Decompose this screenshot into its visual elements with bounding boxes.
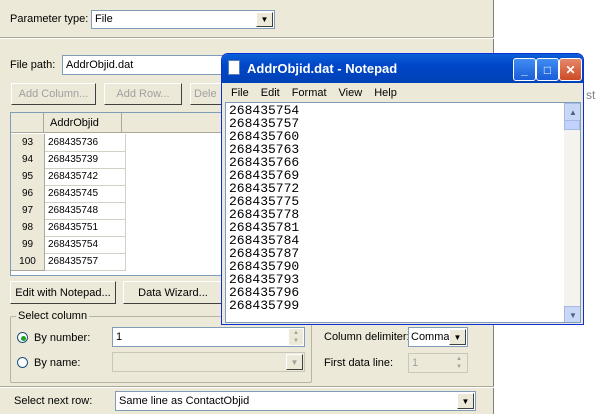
row-number[interactable]: 93 xyxy=(11,134,45,152)
menu-item-file[interactable]: File xyxy=(225,87,255,99)
row-number[interactable]: 97 xyxy=(11,202,45,220)
column-delimiter-label: Column delimiter: xyxy=(324,331,410,343)
row-number[interactable]: 99 xyxy=(11,236,45,254)
column-delimiter-value: Comma xyxy=(411,331,450,343)
row-number[interactable]: 96 xyxy=(11,185,45,203)
notepad-menu-bar: File Edit Format View Help xyxy=(222,83,583,102)
text-line: 268435799 xyxy=(229,298,300,313)
file-path-label: File path: xyxy=(10,59,56,71)
select-next-row-combo[interactable]: Same line as ContactObjid ▼ xyxy=(115,391,476,411)
first-data-line-label: First data line: xyxy=(324,357,394,369)
parameter-type-label: Parameter type: xyxy=(10,13,89,25)
chevron-down-icon[interactable]: ▼ xyxy=(286,354,303,370)
column-delimiter-combo[interactable]: Comma ▼ xyxy=(408,327,468,347)
spinner-arrows-icon[interactable]: ▲ ▼ xyxy=(289,329,303,345)
row-number[interactable]: 100 xyxy=(11,253,45,271)
select-next-row-value: Same line as ContactObjid xyxy=(119,395,250,407)
background-text-fragment: st xyxy=(586,88,596,102)
parameter-type-value: File xyxy=(95,13,113,25)
scroll-thumb[interactable] xyxy=(564,120,580,130)
data-wizard-button[interactable]: Data Wizard... xyxy=(123,281,223,304)
table-cell[interactable]: 268435751 xyxy=(45,219,126,237)
first-data-line-value: 1 xyxy=(412,357,419,369)
close-icon[interactable]: ✕ xyxy=(559,58,582,81)
chevron-down-icon[interactable]: ▼ xyxy=(256,12,273,27)
menu-item-help[interactable]: Help xyxy=(368,87,403,99)
by-number-radio[interactable] xyxy=(17,332,28,343)
select-column-title: Select column xyxy=(16,310,90,322)
spinner-arrows-icon[interactable]: ▲ ▼ xyxy=(452,355,466,371)
add-column-button[interactable]: Add Column... xyxy=(11,83,96,105)
table-cell[interactable]: 268435757 xyxy=(45,253,126,271)
file-path-input[interactable]: AddrObjid.dat xyxy=(62,55,232,75)
section-divider xyxy=(0,37,494,39)
file-path-value: AddrObjid.dat xyxy=(66,59,134,71)
table-cell[interactable]: 268435754 xyxy=(45,236,126,254)
notepad-text-content: 268435754 268435757 268435760 268435763 2684… xyxy=(229,104,299,312)
menu-item-format[interactable]: Format xyxy=(286,87,333,99)
by-number-value: 1 xyxy=(116,331,123,343)
grid-corner xyxy=(11,113,44,133)
table-cell[interactable]: 268435736 xyxy=(45,134,126,152)
scroll-up-icon[interactable]: ▲ xyxy=(564,103,580,121)
scroll-down-icon[interactable]: ▼ xyxy=(564,306,580,322)
minimize-icon[interactable]: _ xyxy=(513,58,536,81)
edit-with-notepad-button[interactable]: Edit with Notepad... xyxy=(10,281,116,304)
menu-item-view[interactable]: View xyxy=(333,87,369,99)
table-cell[interactable]: 268435742 xyxy=(45,168,126,186)
vertical-scrollbar[interactable]: ▲ ▼ xyxy=(564,103,580,322)
add-row-button[interactable]: Add Row... xyxy=(104,83,182,105)
notepad-title-bar[interactable]: AddrObjid.dat - Notepad _ □ ✕ xyxy=(222,54,583,83)
notepad-window[interactable]: AddrObjid.dat - Notepad _ □ ✕ File Edit Fo… xyxy=(221,53,584,325)
chevron-down-icon[interactable]: ▼ xyxy=(449,329,466,345)
menu-item-edit[interactable]: Edit xyxy=(255,87,286,99)
table-cell[interactable]: 268435745 xyxy=(45,185,126,203)
by-name-radio[interactable] xyxy=(17,357,28,368)
grid-column-header[interactable]: AddrObjid xyxy=(44,113,122,133)
notepad-text-area[interactable]: 268435754 268435757 268435760 268435763 2684… xyxy=(225,102,581,323)
first-data-line-spinner[interactable]: 1 ▲ ▼ xyxy=(408,353,468,373)
by-name-label: By name: xyxy=(34,357,81,369)
chevron-down-icon[interactable]: ▼ xyxy=(457,393,474,409)
notepad-title: AddrObjid.dat - Notepad xyxy=(247,61,398,76)
by-number-label: By number: xyxy=(34,332,91,344)
bottom-divider xyxy=(0,386,494,388)
table-cell[interactable]: 268435739 xyxy=(45,151,126,169)
row-number[interactable]: 98 xyxy=(11,219,45,237)
parameter-type-combo[interactable]: File ▼ xyxy=(91,10,275,29)
table-cell[interactable]: 268435748 xyxy=(45,202,126,220)
by-name-combo[interactable]: ▼ xyxy=(112,352,305,372)
row-number[interactable]: 94 xyxy=(11,151,45,169)
by-number-spinner[interactable]: 1 ▲ ▼ xyxy=(112,327,305,347)
select-next-row-label: Select next row: xyxy=(14,395,93,407)
notepad-app-icon xyxy=(228,60,240,75)
maximize-icon[interactable]: □ xyxy=(536,58,559,81)
row-number[interactable]: 95 xyxy=(11,168,45,186)
